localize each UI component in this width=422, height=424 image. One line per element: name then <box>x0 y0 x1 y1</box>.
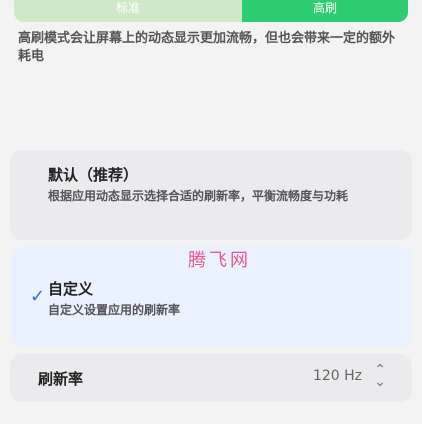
segment-standard[interactable]: 标准 <box>14 0 242 22</box>
site-watermark: 腾飞网 <box>188 250 251 271</box>
refresh-rate-row[interactable]: 刷新率 120 Hz ⌃ ⌄ <box>10 354 412 402</box>
check-icon: ✓ <box>30 286 46 307</box>
option-custom-card[interactable]: 腾飞网 ✓ 自定义 自定义设置应用的刷新率 <box>10 246 412 348</box>
option-custom-desc: 自定义设置应用的刷新率 <box>48 303 181 317</box>
option-default-title: 默认（推荐） <box>48 166 139 184</box>
option-default-desc: 根据应用动态显示选择合适的刷新率，平衡流畅度与功耗 <box>48 189 349 203</box>
option-custom-title: 自定义 <box>48 280 94 298</box>
refresh-mode-segmented-control: 标准 高刷 <box>14 0 408 22</box>
up-down-chevron-icon: ⌃ ⌄ <box>374 362 386 390</box>
mode-description: 高刷模式会让屏幕上的动态显示更加流畅，但也会带来一定的额外耗电 <box>18 31 396 64</box>
refresh-rate-value: 120 Hz <box>312 368 362 384</box>
refresh-rate-label: 刷新率 <box>38 370 84 388</box>
segment-high-refresh[interactable]: 高刷 <box>242 0 408 22</box>
option-default-card[interactable]: 默认（推荐） 根据应用动态显示选择合适的刷新率，平衡流畅度与功耗 <box>10 150 412 240</box>
